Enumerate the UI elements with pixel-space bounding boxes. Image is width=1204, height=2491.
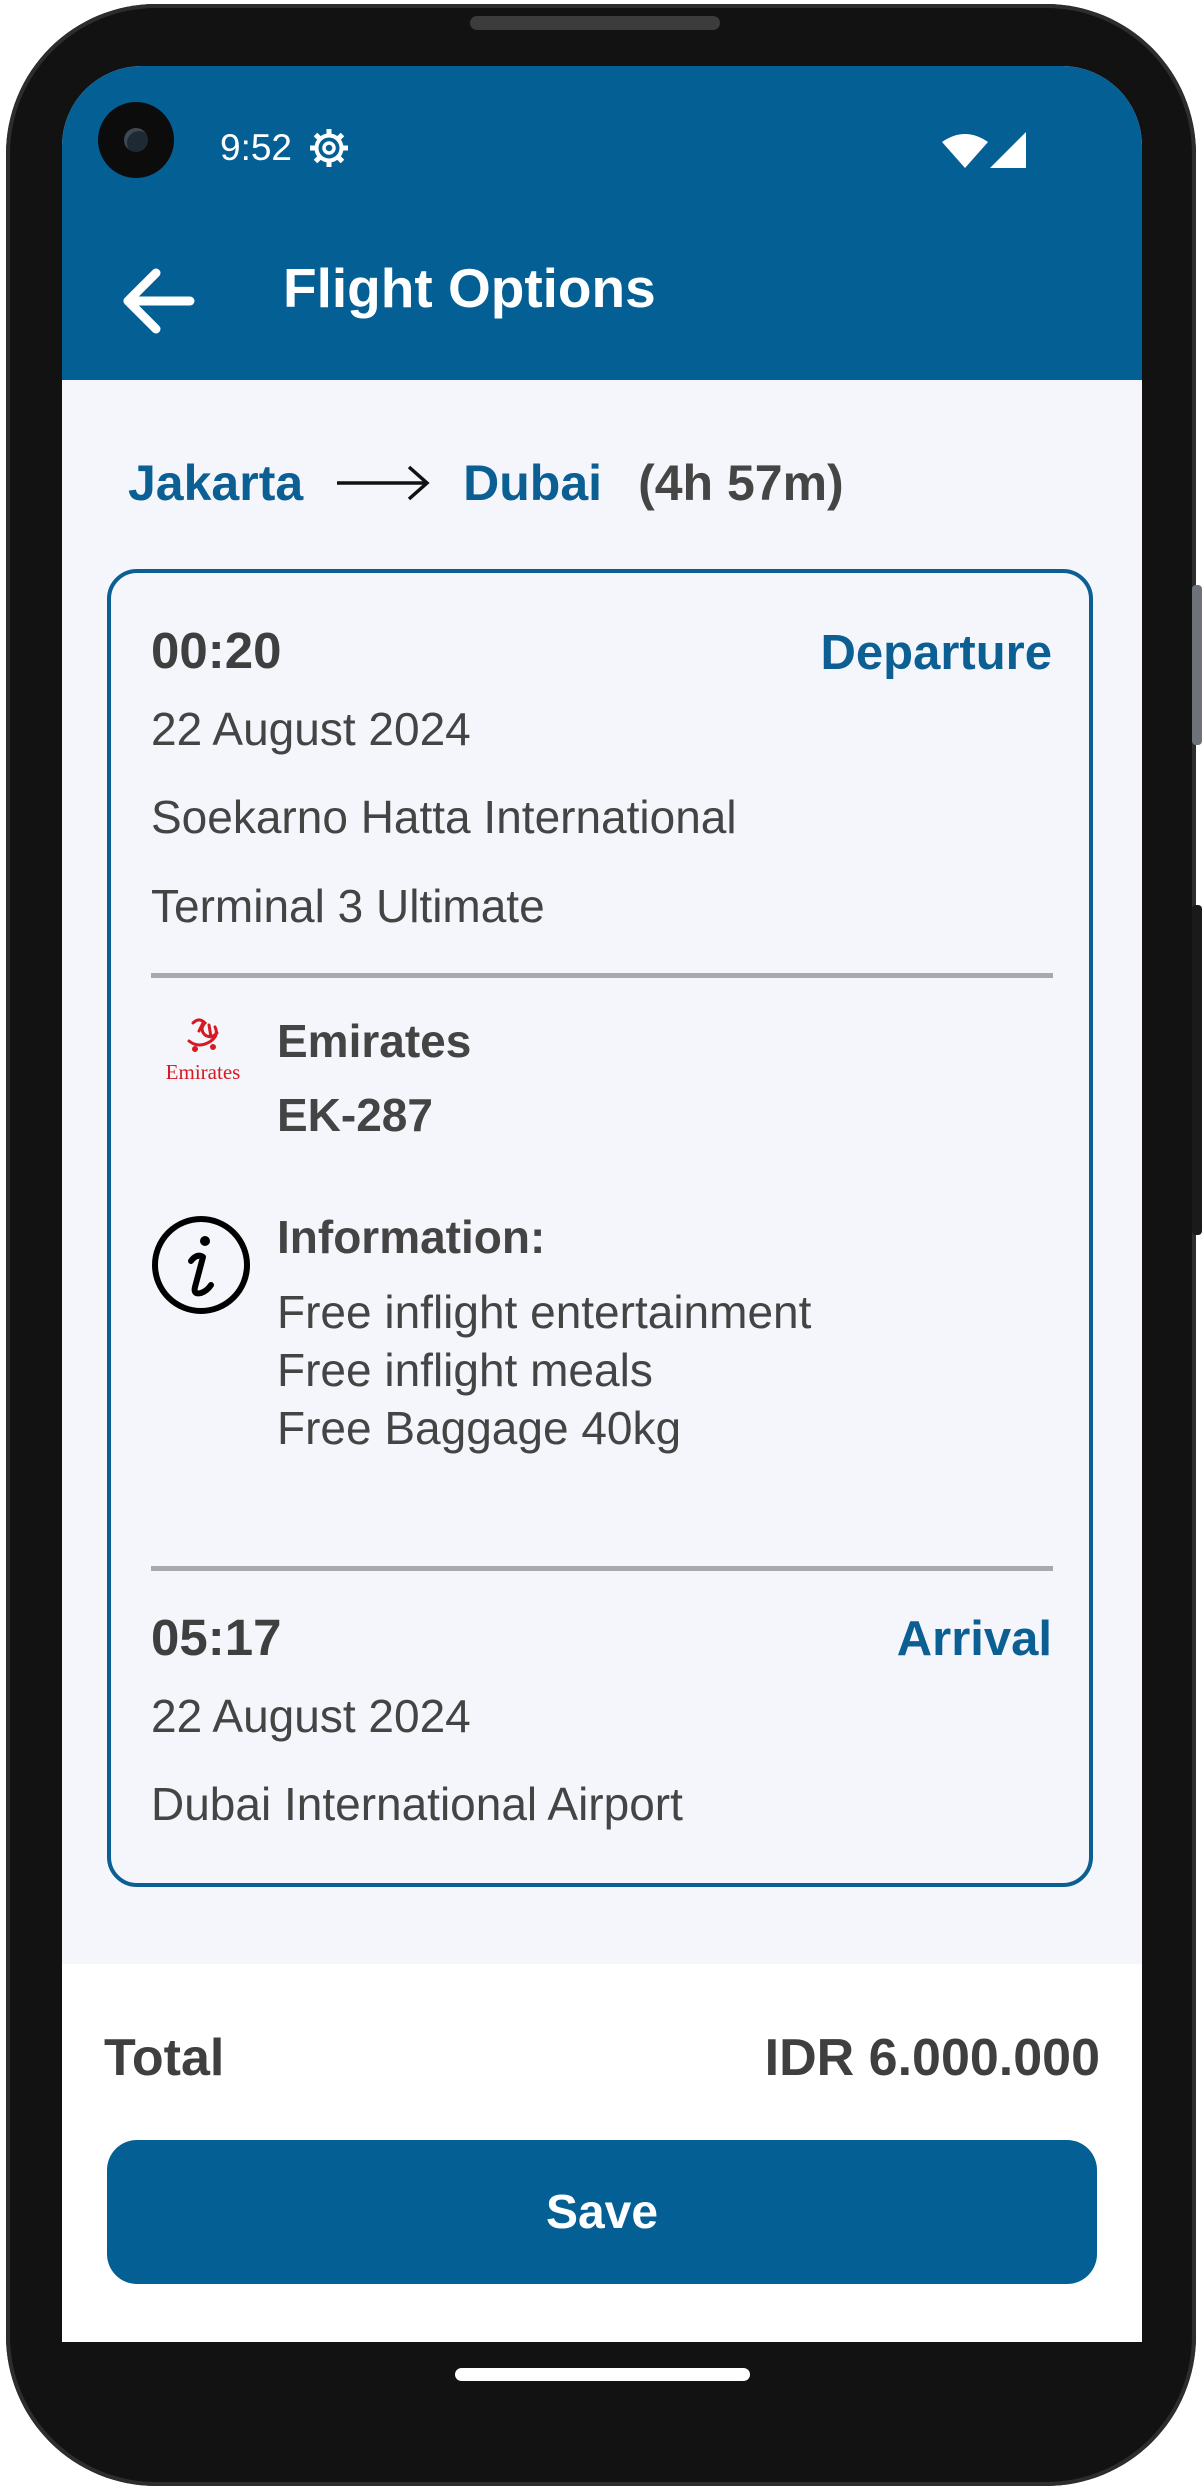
info-icon [152, 1216, 250, 1314]
earpiece-speaker [470, 16, 720, 30]
arrow-right-icon [337, 465, 430, 501]
arrival-airport: Dubai International Airport [151, 1778, 683, 1830]
airline-name: Emirates [277, 1015, 472, 1067]
departure-label: Departure [820, 626, 1052, 680]
flight-details-card: 00:20 Departure 22 August 2024 Soekarno … [107, 569, 1093, 1887]
settings-gear-icon [310, 129, 348, 167]
save-button[interactable]: Save [107, 2140, 1097, 2284]
arrival-date: 22 August 2024 [151, 1690, 471, 1742]
route-summary: Jakarta Dubai (4h 57m) [128, 448, 844, 518]
home-gesture-bar[interactable] [455, 2368, 750, 2381]
svg-text:Emirates: Emirates [166, 1060, 241, 1084]
volume-button [1192, 585, 1202, 745]
power-button [1192, 905, 1202, 1235]
information-item: Free inflight meals [277, 1344, 653, 1396]
cellular-signal-icon [990, 132, 1026, 168]
wifi-icon [942, 134, 988, 168]
page-title: Flight Options [283, 257, 656, 319]
emirates-logo: Emirates [166, 1018, 241, 1084]
departure-airport: Soekarno Hatta International [151, 791, 737, 843]
arrival-time: 05:17 [151, 1609, 282, 1666]
total-label: Total [104, 2029, 225, 2087]
flight-number: EK-287 [277, 1089, 433, 1141]
departure-terminal: Terminal 3 Ultimate [151, 880, 545, 932]
destination-city: Dubai [463, 455, 603, 511]
information-item: Free inflight entertainment [277, 1286, 812, 1338]
arrival-label: Arrival [896, 1612, 1052, 1666]
departure-time: 00:20 [151, 622, 282, 679]
total-price: IDR 6.000.000 [764, 2029, 1100, 2087]
app-screen: 9:52 Flight Options Jakarta Dubai (4h 57… [62, 66, 1142, 2342]
flight-duration: (4h 57m) [638, 455, 844, 511]
booking-footer: Total IDR 6.000.000 Save [62, 1964, 1142, 2342]
front-camera [98, 102, 174, 178]
app-bar: 9:52 Flight Options [62, 66, 1142, 380]
status-time: 9:52 [220, 127, 293, 168]
phone-device: 9:52 Flight Options Jakarta Dubai (4h 57… [0, 0, 1204, 2491]
back-arrow-icon[interactable] [112, 256, 202, 346]
divider [151, 973, 1053, 978]
information-item: Free Baggage 40kg [277, 1402, 682, 1454]
information-list: Free inflight entertainment Free infligh… [277, 1283, 811, 1457]
information-title: Information: [277, 1211, 546, 1263]
origin-city: Jakarta [128, 455, 304, 511]
divider [151, 1566, 1053, 1571]
departure-date: 22 August 2024 [151, 703, 471, 755]
